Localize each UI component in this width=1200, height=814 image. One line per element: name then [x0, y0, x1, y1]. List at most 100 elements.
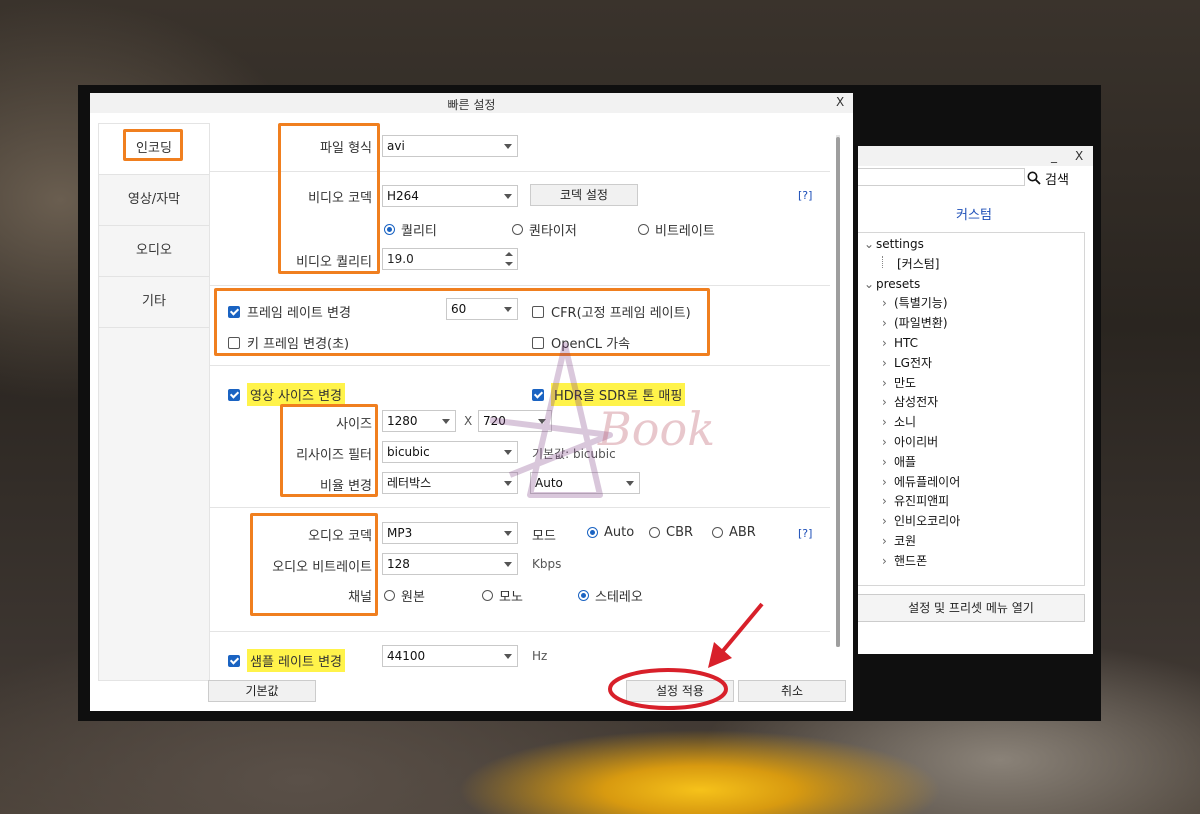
chevron-right-icon[interactable]: › — [882, 492, 894, 510]
tree-item-label: (특별기능) — [894, 296, 948, 311]
tab-audio[interactable]: 오디오 — [99, 226, 209, 277]
radio-original-label: 원본 — [401, 590, 425, 605]
radio-dot-quality — [384, 224, 395, 235]
radio-quality[interactable]: 퀄리티 — [384, 220, 437, 239]
audio-mode-label: 모드 — [532, 529, 556, 544]
tree-item[interactable]: › 삼성전자 — [882, 393, 938, 411]
radio-dot-mono — [482, 590, 493, 601]
tree-item[interactable]: › (특별기능) — [882, 294, 948, 312]
audio-codec-select[interactable]: MP3 — [382, 522, 518, 544]
chevron-right-icon[interactable]: › — [882, 294, 894, 312]
scrollbar-thumb[interactable] — [836, 137, 840, 647]
chevron-down-icon[interactable]: ⌄ — [864, 275, 876, 293]
radio-audio-auto[interactable]: Auto — [587, 525, 634, 540]
samplerate-checkbox[interactable]: 샘플 레이트 변경 — [228, 649, 345, 672]
chevron-down-icon — [504, 144, 512, 149]
audio-help-link[interactable]: [?] — [798, 527, 812, 540]
radio-auto-label: Auto — [604, 525, 635, 540]
tree-item[interactable]: › 인비오코리아 — [882, 512, 960, 530]
aspect-value: 레터박스 — [387, 476, 432, 490]
stepper-down-icon[interactable] — [505, 262, 513, 266]
tab-video-subtitle[interactable]: 영상/자막 — [99, 175, 209, 226]
search-button[interactable]: 검색 — [1027, 168, 1091, 188]
tree-item[interactable]: › LG전자 — [882, 354, 932, 372]
annotation-red-marks — [608, 602, 764, 710]
open-preset-menu-button[interactable]: 설정 및 프리셋 메뉴 열기 — [857, 594, 1085, 622]
samplerate-label: 샘플 레이트 변경 — [247, 649, 345, 672]
tab-video-subtitle-label: 영상/자막 — [127, 192, 181, 207]
chevron-right-icon[interactable]: › — [882, 473, 894, 491]
audio-bitrate-unit: Kbps — [532, 557, 562, 571]
annotation-box-audio — [250, 513, 378, 616]
tree-item[interactable]: › 애플 — [882, 453, 916, 471]
dialog-title: 빠른 설정 — [447, 98, 496, 112]
tree-item[interactable]: [커스텀] — [882, 255, 939, 273]
codec-settings-button[interactable]: 코덱 설정 — [530, 184, 638, 206]
video-quality-stepper[interactable]: 19.0 — [382, 248, 518, 270]
radio-quantizer[interactable]: 퀀타이저 — [512, 220, 577, 239]
default-button[interactable]: 기본값 — [208, 680, 316, 702]
tree-item[interactable]: › 소니 — [882, 413, 916, 431]
tree-item[interactable]: › 코원 — [882, 532, 916, 550]
tree-item[interactable]: › 핸드폰 — [882, 552, 927, 570]
dialog-close-button[interactable]: X — [836, 95, 844, 109]
radio-audio-cbr[interactable]: CBR — [649, 525, 693, 540]
video-help-link[interactable]: [?] — [798, 189, 812, 202]
samplerate-select[interactable]: 44100 — [382, 645, 518, 667]
radio-mono-label: 모노 — [499, 590, 523, 605]
search-icon — [1027, 171, 1041, 185]
video-codec-select[interactable]: H264 — [382, 185, 518, 207]
tree-item[interactable]: › (파일변환) — [882, 314, 948, 332]
size-width-select[interactable]: 1280 — [382, 410, 456, 432]
tree-item-label: 유진피앤피 — [894, 494, 950, 509]
radio-channel-mono[interactable]: 모노 — [482, 586, 523, 605]
close-button[interactable]: X — [1075, 149, 1083, 163]
divider — [210, 285, 830, 286]
minimize-button[interactable]: _ — [1051, 149, 1057, 163]
samplerate-value: 44100 — [387, 649, 426, 663]
chevron-right-icon[interactable]: › — [882, 512, 894, 530]
chevron-right-icon[interactable]: › — [882, 433, 894, 451]
stepper-up-icon[interactable] — [505, 252, 513, 256]
radio-channel-original[interactable]: 원본 — [384, 586, 425, 605]
radio-abr-label: ABR — [729, 525, 756, 540]
radio-dot-quantizer — [512, 224, 523, 235]
chevron-right-icon[interactable]: › — [882, 552, 894, 570]
tree-item[interactable]: › 에듀플레이어 — [882, 473, 960, 491]
settings-sidebar: 인코딩 영상/자막 오디오 기타 — [98, 123, 210, 681]
search-input[interactable] — [857, 168, 1025, 186]
radio-quality-label: 퀄리티 — [401, 224, 437, 239]
annotation-arrow-line — [720, 602, 764, 654]
chevron-right-icon[interactable]: › — [882, 393, 894, 411]
chevron-down-icon — [504, 654, 512, 659]
chevron-right-icon[interactable]: › — [882, 354, 894, 372]
chevron-right-icon[interactable]: › — [882, 532, 894, 550]
tree-item[interactable]: ⌄ presets — [864, 275, 920, 293]
chevron-down-icon — [442, 419, 450, 424]
annotation-box-resize — [280, 404, 378, 497]
tab-etc[interactable]: 기타 — [99, 277, 209, 328]
tree-item-label: settings — [876, 237, 924, 251]
tree-item[interactable]: ⌄ settings — [864, 235, 924, 253]
resize-checkbox[interactable]: 영상 사이즈 변경 — [228, 383, 345, 406]
custom-preset-label[interactable]: 커스텀 — [855, 204, 1093, 223]
audio-bitrate-select[interactable]: 128 — [382, 553, 518, 575]
radio-bitrate[interactable]: 비트레이트 — [638, 220, 715, 239]
tree-item[interactable]: › HTC — [882, 334, 918, 352]
chevron-right-icon[interactable]: › — [882, 314, 894, 332]
radio-audio-abr[interactable]: ABR — [712, 525, 756, 540]
chevron-right-icon[interactable]: › — [882, 453, 894, 471]
tree-item-label: 아이리버 — [894, 435, 939, 449]
file-format-select[interactable]: avi — [382, 135, 518, 157]
chevron-right-icon[interactable]: › — [882, 334, 894, 352]
chevron-right-icon[interactable]: › — [882, 413, 894, 431]
chevron-down-icon[interactable]: ⌄ — [864, 235, 876, 253]
chevron-right-icon[interactable]: › — [882, 374, 894, 392]
tree-item[interactable]: › 아이리버 — [882, 433, 938, 451]
tree-item[interactable]: › 만도 — [882, 374, 916, 392]
radio-dot-stereo — [578, 590, 589, 601]
tree-item[interactable]: › 유진피앤피 — [882, 492, 949, 510]
samplerate-unit: Hz — [532, 649, 548, 663]
tree-item-label: HTC — [894, 336, 919, 350]
tab-audio-label: 오디오 — [136, 243, 172, 258]
